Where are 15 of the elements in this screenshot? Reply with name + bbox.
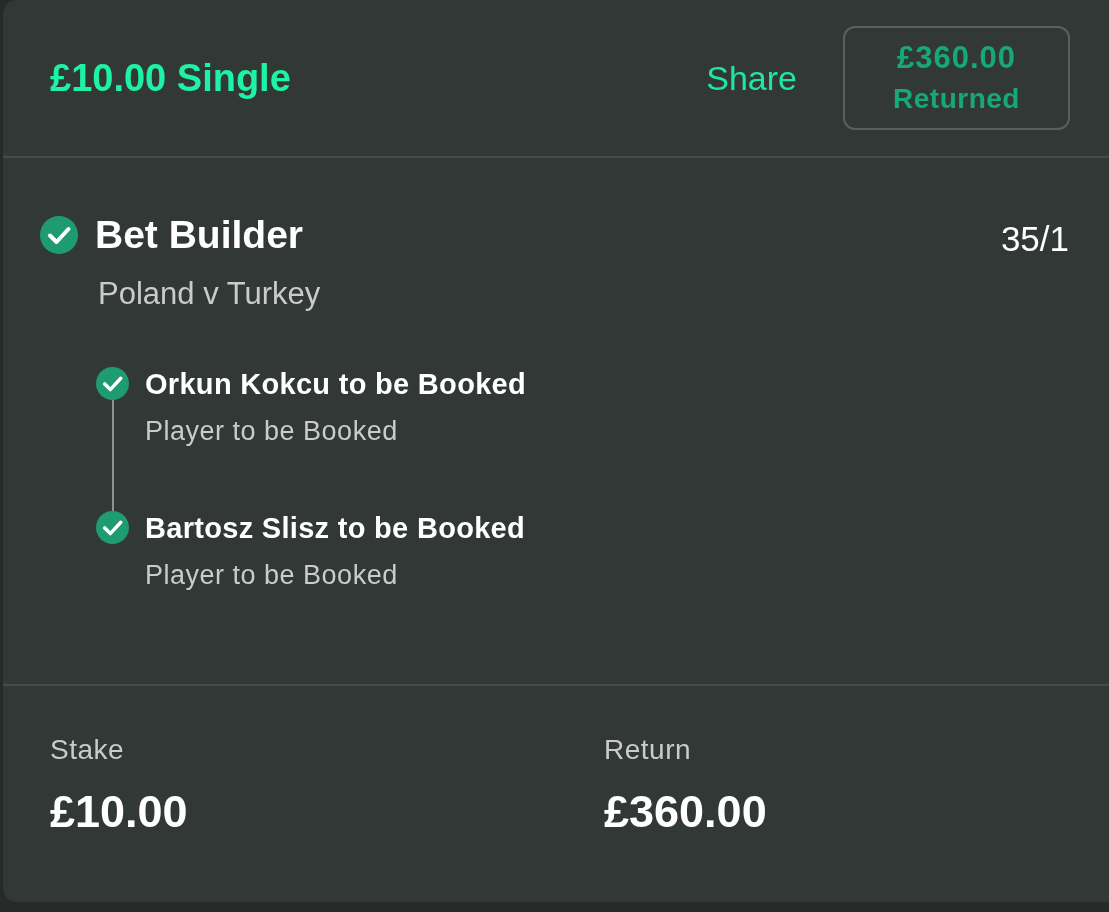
odds-text: 35/1: [1000, 219, 1069, 259]
selection-title: Bet Builder: [95, 213, 304, 257]
share-button[interactable]: Share: [706, 58, 797, 98]
leg-title: Bartosz Slisz to be Booked: [145, 511, 526, 545]
event-name: Poland v Turkey: [98, 276, 321, 312]
leg-market: Player to be Booked: [145, 415, 398, 447]
summary-label: Return: [604, 734, 692, 766]
returned-label: Returned: [893, 82, 1020, 116]
summary-value: £360.00: [604, 787, 767, 837]
leg-market: Player to be Booked: [145, 559, 398, 591]
summary-value: £10.00: [50, 787, 188, 837]
returned-amount: £360.00: [896, 40, 1017, 76]
bet-title: £10.00 Single: [50, 56, 291, 100]
summary-label: Stake: [50, 734, 125, 766]
leg-title: Orkun Kokcu to be Booked: [145, 367, 526, 401]
